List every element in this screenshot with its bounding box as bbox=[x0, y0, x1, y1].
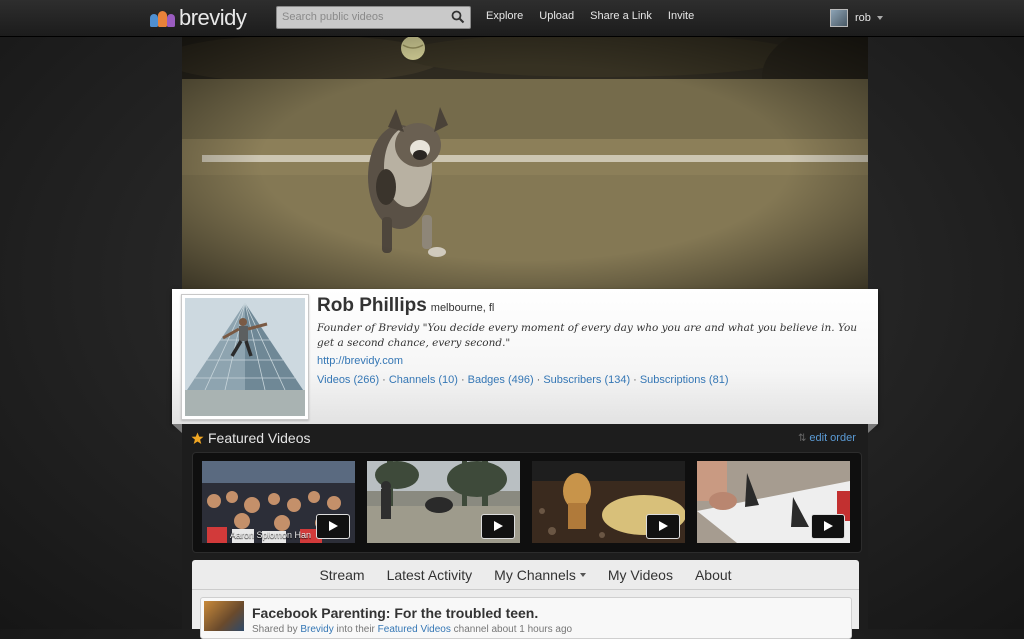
profile-card: Rob Phillips melbourne, fl Founder of Bre… bbox=[172, 289, 878, 424]
search-box bbox=[276, 6, 471, 29]
play-icon[interactable] bbox=[646, 514, 680, 539]
avatar-photo bbox=[185, 298, 305, 416]
card-fold-right bbox=[868, 424, 878, 433]
profile-name-text: Rob Phillips bbox=[317, 295, 427, 316]
profile-bio: Founder of Brevidy "You decide every mom… bbox=[317, 322, 858, 349]
stream-item-thumbnail[interactable] bbox=[204, 601, 244, 631]
play-icon[interactable] bbox=[316, 514, 350, 539]
edit-order-link[interactable]: ⇅ edit order bbox=[798, 432, 856, 444]
stream-item-meta: Shared by Brevidy into their Featured Vi… bbox=[252, 624, 573, 635]
stat-videos-link[interactable]: Videos (266) bbox=[317, 374, 379, 386]
featured-video-2[interactable] bbox=[367, 461, 520, 543]
stat-subscriptions-link[interactable]: Subscriptions (81) bbox=[640, 374, 729, 386]
tab-latest-activity[interactable]: Latest Activity bbox=[387, 567, 473, 583]
play-icon[interactable] bbox=[481, 514, 515, 539]
stat-badges-link[interactable]: Badges (496) bbox=[468, 374, 534, 386]
profile-banner-image bbox=[182, 37, 868, 289]
stream-panel: Stream Latest Activity My Channels My Vi… bbox=[192, 560, 859, 639]
logo-people-icon bbox=[150, 9, 176, 27]
edit-order-label: edit order bbox=[809, 432, 856, 444]
nav-explore[interactable]: Explore bbox=[486, 10, 523, 22]
chevron-down-icon bbox=[579, 572, 586, 577]
main-nav: Explore Upload Share a Link Invite bbox=[486, 10, 710, 22]
stat-channels-link[interactable]: Channels (10) bbox=[389, 374, 458, 386]
chevron-down-icon bbox=[876, 16, 883, 20]
stream-item-channel-link[interactable]: Featured Videos bbox=[378, 624, 451, 635]
profile-website-link[interactable]: http://brevidy.com bbox=[317, 355, 403, 367]
tab-about[interactable]: About bbox=[695, 567, 732, 583]
tab-my-channels[interactable]: My Channels bbox=[494, 567, 586, 583]
tab-my-channels-label: My Channels bbox=[494, 566, 576, 583]
logo-text: brevidy bbox=[179, 5, 247, 30]
search-input[interactable] bbox=[277, 7, 442, 27]
stream-item-title[interactable]: Facebook Parenting: For the troubled tee… bbox=[252, 605, 538, 621]
featured-videos-strip: Aaron Splomon Han bbox=[192, 452, 862, 553]
brevidy-logo[interactable]: brevidy bbox=[150, 5, 247, 31]
star-icon bbox=[191, 432, 204, 444]
featured-videos-heading: Featured Videos bbox=[191, 430, 310, 446]
featured-videos-title: Featured Videos bbox=[208, 430, 311, 446]
nav-upload[interactable]: Upload bbox=[539, 10, 574, 22]
stream-item-user-link[interactable]: Brevidy bbox=[300, 624, 333, 635]
video-caption: Aaron Splomon Han bbox=[230, 530, 312, 540]
user-menu[interactable]: rob bbox=[830, 9, 883, 27]
profile-location: melbourne, fl bbox=[430, 302, 495, 314]
profile-stats: Videos (266) · Channels (10) · Badges (496) ·… bbox=[317, 374, 729, 386]
banner-photo bbox=[182, 37, 868, 289]
user-name: rob bbox=[855, 12, 871, 24]
featured-video-4[interactable] bbox=[697, 461, 850, 543]
user-avatar bbox=[830, 9, 848, 27]
tab-my-videos[interactable]: My Videos bbox=[608, 567, 673, 583]
stat-subscribers-link[interactable]: Subscribers (134) bbox=[543, 374, 630, 386]
profile-tabs: Stream Latest Activity My Channels My Vi… bbox=[192, 560, 859, 590]
search-icon[interactable] bbox=[451, 10, 465, 24]
top-nav-bar: brevidy Explore Upload Share a Link Invi… bbox=[0, 0, 1024, 37]
profile-name: Rob Phillips melbourne, fl bbox=[317, 295, 494, 317]
nav-invite[interactable]: Invite bbox=[668, 10, 694, 22]
stream-item: Facebook Parenting: For the troubled tee… bbox=[200, 597, 852, 639]
nav-share-link[interactable]: Share a Link bbox=[590, 10, 652, 22]
sort-icon: ⇅ bbox=[798, 432, 807, 444]
play-icon[interactable] bbox=[811, 514, 845, 539]
featured-video-1[interactable]: Aaron Splomon Han bbox=[202, 461, 355, 543]
card-fold-left bbox=[172, 424, 182, 433]
profile-avatar[interactable] bbox=[181, 294, 309, 420]
tab-stream[interactable]: Stream bbox=[319, 567, 364, 583]
featured-video-3[interactable] bbox=[532, 461, 685, 543]
